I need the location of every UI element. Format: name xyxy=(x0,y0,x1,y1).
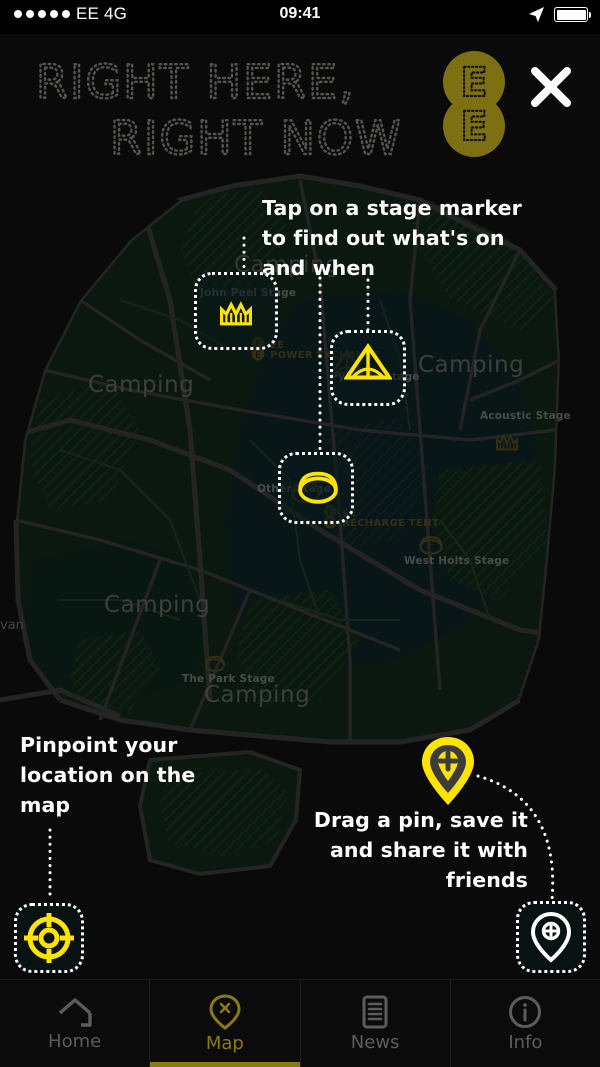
location-arrow-icon xyxy=(529,7,544,22)
tab-home[interactable]: Home xyxy=(0,980,151,1067)
crown-tent-icon[interactable] xyxy=(218,298,254,328)
crosshair-icon[interactable] xyxy=(24,913,74,963)
coach-mark-location-text: Pinpoint your location on the map xyxy=(20,733,196,817)
clock-label: 09:41 xyxy=(279,5,321,22)
coach-mark-stage-text: Tap on a stage marker to find out what's… xyxy=(262,196,522,280)
document-icon xyxy=(362,995,388,1028)
tab-map[interactable]: Map xyxy=(150,980,301,1067)
bottom-tab-bar[interactable]: Home Map News Info xyxy=(0,979,600,1067)
info-circle-icon xyxy=(509,995,542,1028)
coach-connectors xyxy=(48,236,555,902)
tab-news[interactable]: News xyxy=(301,980,451,1067)
map-pin-draggable-icon[interactable] xyxy=(418,733,478,809)
map-pin-icon[interactable] xyxy=(530,911,572,963)
battery-full-icon xyxy=(554,7,591,22)
tab-info-label: Info xyxy=(508,1031,543,1053)
pyramid-icon[interactable] xyxy=(344,342,392,382)
dome-tent-icon[interactable] xyxy=(296,468,340,504)
map-pin-x-icon xyxy=(209,993,241,1030)
tab-map-label: Map xyxy=(205,1032,244,1054)
status-bar-right xyxy=(528,6,591,23)
tab-news-label: News xyxy=(350,1031,400,1053)
status-bar: EE 4G 09:41 xyxy=(0,0,600,34)
tab-active-indicator xyxy=(150,1062,300,1067)
app-root: Camping Camping Camping Camping Camping … xyxy=(0,0,600,1067)
home-icon xyxy=(58,997,92,1027)
coach-mark-pin-text: Drag a pin, save it and share it with fr… xyxy=(313,808,528,892)
tab-home-label: Home xyxy=(48,1030,102,1052)
tab-info[interactable]: Info xyxy=(451,980,600,1067)
